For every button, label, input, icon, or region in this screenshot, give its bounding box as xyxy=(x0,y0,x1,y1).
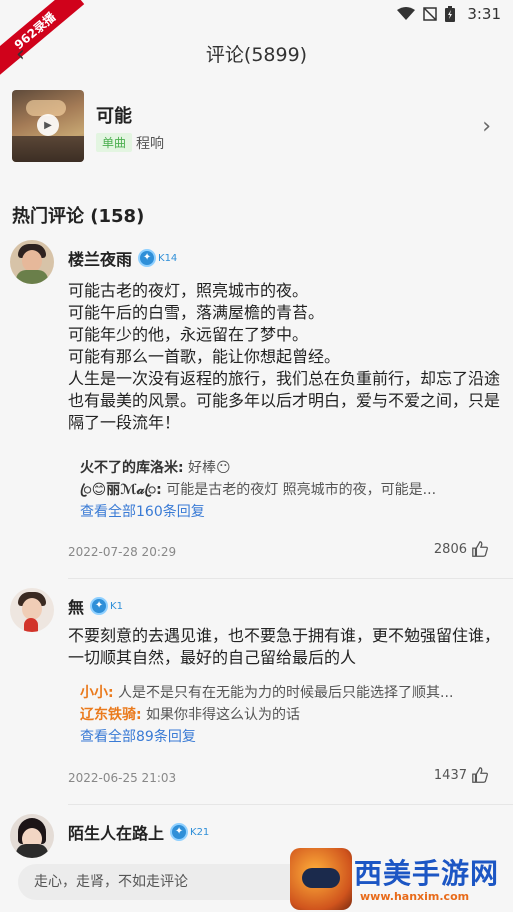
song-type-badge: 单曲 xyxy=(96,133,133,152)
reply-item[interactable]: 火不了的库洛米: 好棒😶 xyxy=(80,457,496,479)
view-all-replies-link[interactable]: 查看全部160条回复 xyxy=(80,501,496,523)
divider xyxy=(68,578,513,579)
comment-header: 陌生人在路上 ✦ K21 xyxy=(68,820,209,844)
thumb-up-icon xyxy=(472,541,488,557)
song-title: 可能 xyxy=(96,106,132,127)
comment-author[interactable]: 陌生人在路上 xyxy=(68,820,164,844)
back-arrow-icon[interactable]: ‹ xyxy=(16,42,25,67)
gamepad-icon xyxy=(290,848,352,910)
reply-item[interactable]: 辽东铁骑: 如果你非得这么认为的话 xyxy=(80,704,496,726)
hot-comments-title: 热门评论 (158) xyxy=(12,206,145,227)
chevron-right-icon[interactable]: › xyxy=(482,114,491,139)
comment-author[interactable]: 楼兰夜雨 xyxy=(68,246,132,270)
reply-list: 火不了的库洛米: 好棒😶 ꦿ😊丽ℳ𝒶ꦿ: 可能是古老的夜灯 照亮城市的夜，可能是… xyxy=(80,457,496,523)
level-gem-icon: ✦ xyxy=(170,823,189,841)
no-signal-icon xyxy=(423,7,438,21)
level-gem-icon: ✦ xyxy=(90,597,109,615)
like-count: 1437 xyxy=(433,767,467,783)
level-badge: ✦ K21 xyxy=(170,823,209,841)
battery-icon xyxy=(445,6,456,22)
comment-header: 無 ✦ K1 xyxy=(68,594,123,618)
top-bar: ‹ 评论(5899) xyxy=(0,30,513,76)
status-icons: 3:31 xyxy=(397,5,501,23)
comment-date: 2022-07-28 20:29 xyxy=(68,545,177,559)
like-button[interactable]: 1437 xyxy=(434,766,489,784)
song-card[interactable]: ▶ 可能 单曲 程响 › xyxy=(0,88,513,166)
comment-header: 楼兰夜雨 ✦ K14 xyxy=(68,246,177,270)
reply-list: 小小: 人是不是只有在无能为力的时候最后只能选择了顺其... 辽东铁骑: 如果你… xyxy=(80,682,496,748)
comment-date: 2022-06-25 21:03 xyxy=(68,771,177,785)
comment-author[interactable]: 無 xyxy=(68,594,84,618)
reply-item[interactable]: ꦿ😊丽ℳ𝒶ꦿ: 可能是古老的夜灯 照亮城市的夜，可能是... xyxy=(80,479,496,501)
level-gem-icon: ✦ xyxy=(138,249,157,267)
avatar[interactable] xyxy=(10,240,54,284)
comment-text[interactable]: 不要刻意的去遇见谁，也不要急于拥有谁，更不勉强留住谁，一切顺其自然，最好的自己留… xyxy=(68,625,500,669)
play-icon[interactable]: ▶ xyxy=(37,114,59,136)
like-count: 2806 xyxy=(433,541,467,557)
comment-text[interactable]: 可能古老的夜灯，照亮城市的夜。 可能午后的白雪，落满屋檐的青苔。 可能年少的他，… xyxy=(68,280,500,434)
like-button[interactable]: 2806 xyxy=(434,540,489,558)
song-cover: ▶ xyxy=(12,90,84,162)
thumb-up-icon xyxy=(472,767,488,783)
status-bar: 962录播 3:31 xyxy=(0,0,513,75)
wifi-icon xyxy=(397,7,416,20)
watermark-text: 西美手游网 xyxy=(354,857,500,890)
level-badge: ✦ K1 xyxy=(90,597,123,615)
page-title: 评论(5899) xyxy=(205,43,308,66)
status-time: 3:31 xyxy=(467,5,501,23)
divider xyxy=(68,804,513,805)
avatar[interactable] xyxy=(10,588,54,632)
reply-item[interactable]: 小小: 人是不是只有在无能为力的时候最后只能选择了顺其... xyxy=(80,682,496,704)
avatar[interactable] xyxy=(10,814,54,858)
watermark-url: www.hanxim.com xyxy=(360,890,470,903)
level-badge: ✦ K14 xyxy=(138,249,177,267)
view-all-replies-link[interactable]: 查看全部89条回复 xyxy=(80,726,496,748)
song-artist: 程响 xyxy=(136,136,164,152)
watermark-logo: 西美手游网 www.hanxim.com xyxy=(290,848,510,910)
